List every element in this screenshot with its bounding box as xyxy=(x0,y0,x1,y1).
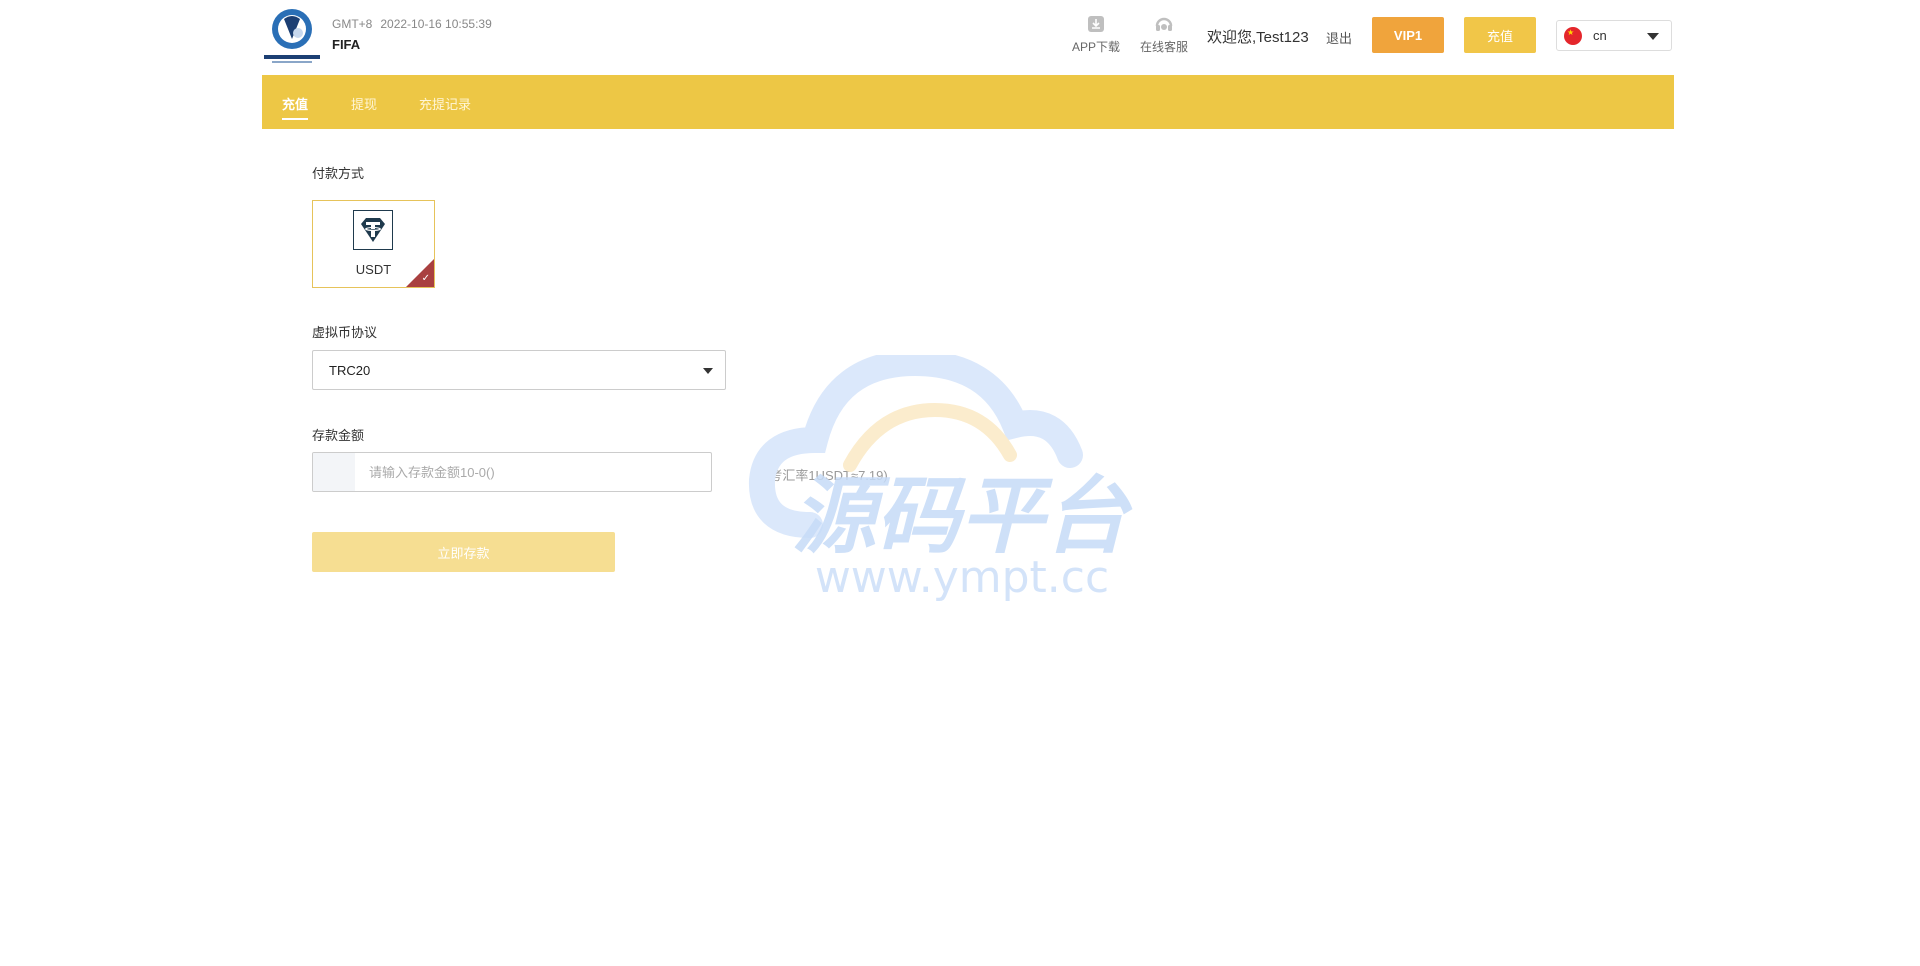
site-name: FIFA xyxy=(332,37,361,52)
deposit-submit-button[interactable]: 立即存款 xyxy=(312,532,615,572)
payment-option-usdt[interactable]: USDT ✓ xyxy=(312,200,435,288)
vip-button[interactable]: VIP1 xyxy=(1372,17,1444,53)
chevron-down-icon xyxy=(1647,33,1659,40)
nav-bar: 充值 提现 充提记录 xyxy=(262,75,1674,129)
customer-service-label: 在线客服 xyxy=(1139,40,1188,54)
chevron-down-icon xyxy=(703,368,713,374)
download-icon xyxy=(1088,16,1104,32)
page-container: GMT+8 2022-10-16 10:55:39 FIFA APP下载 在线客服… xyxy=(262,0,1674,572)
customer-service-button[interactable]: 在线客服 xyxy=(1136,14,1192,55)
logout-link[interactable]: 退出 xyxy=(1326,28,1352,47)
protocol-label: 虚拟币协议 xyxy=(312,325,378,340)
app-download-label: APP下载 xyxy=(1071,40,1120,54)
protocol-value: TRC20 xyxy=(329,363,371,378)
tab-records[interactable]: 充提记录 xyxy=(419,94,471,113)
language-code: cn xyxy=(1593,28,1607,43)
language-selector[interactable]: cn xyxy=(1556,20,1672,51)
fifa-football-logo[interactable] xyxy=(262,5,322,67)
protocol-select[interactable]: TRC20 xyxy=(312,350,726,390)
check-icon: ✓ xyxy=(421,273,430,284)
welcome-text: 欢迎您,Test123 xyxy=(1207,29,1309,46)
header: GMT+8 2022-10-16 10:55:39 FIFA APP下载 在线客服… xyxy=(262,0,1674,75)
amount-label: 存款金额 xyxy=(312,428,365,443)
exchange-rate-hint: (参考汇率1USDT≈7.19) xyxy=(752,468,888,483)
recharge-button[interactable]: 充值 xyxy=(1464,17,1536,53)
watermark-url: www.ympt.cc xyxy=(815,552,1109,603)
app-download-button[interactable]: APP下载 xyxy=(1068,14,1124,55)
china-flag-icon xyxy=(1564,27,1582,45)
amount-prefix xyxy=(313,453,355,491)
current-datetime: 2022-10-16 10:55:39 xyxy=(380,17,492,31)
tab-withdraw[interactable]: 提现 xyxy=(351,94,377,113)
amount-input[interactable] xyxy=(369,453,699,491)
timezone-clock: GMT+8 2022-10-16 10:55:39 xyxy=(332,17,492,31)
tether-icon xyxy=(353,210,393,250)
tab-recharge[interactable]: 充值 xyxy=(282,94,309,120)
headset-icon xyxy=(1155,17,1173,31)
amount-field xyxy=(312,452,712,492)
payment-method-label: 付款方式 xyxy=(312,166,365,181)
timezone: GMT+8 xyxy=(332,17,373,31)
